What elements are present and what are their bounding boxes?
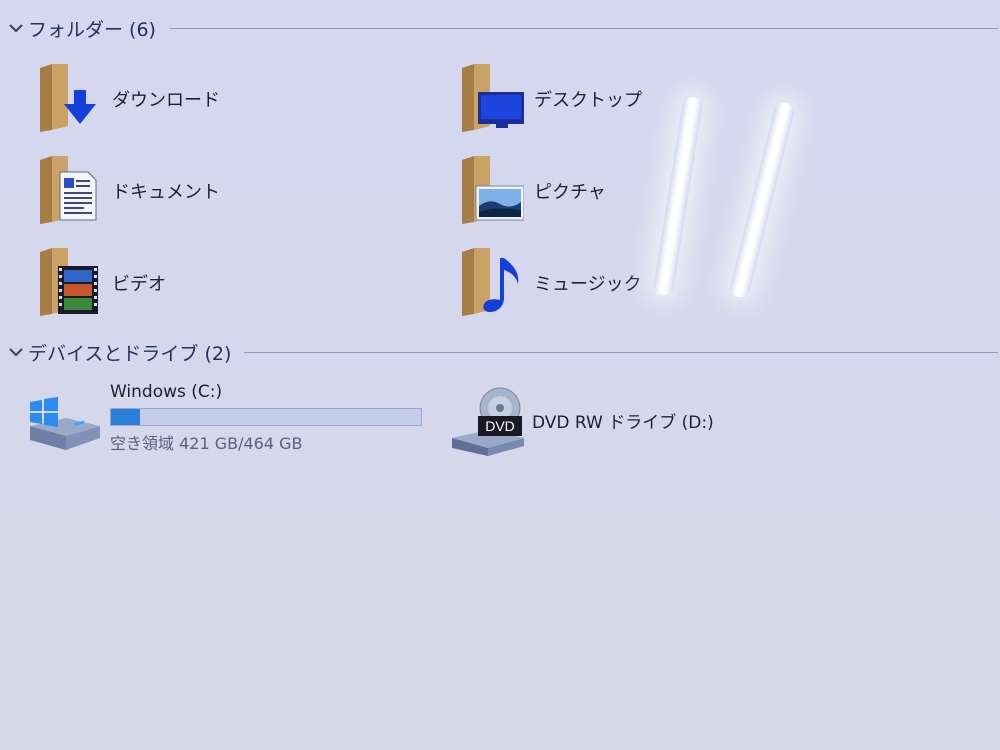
folder-item-videos[interactable]: ビデオ [38, 248, 338, 326]
folder-item-downloads[interactable]: ダウンロード [38, 64, 338, 142]
music-note-icon [483, 258, 519, 312]
drives-section-header[interactable]: デバイスとドライブ (2) [8, 339, 998, 365]
folder-icon [460, 156, 524, 226]
desktop-monitor-icon [478, 92, 524, 128]
section-divider [170, 28, 998, 29]
drive-name: Windows (C:) [110, 382, 223, 402]
folder-label: デスクトップ [534, 90, 642, 111]
drive-item-dvd-d[interactable]: DVD DVD RW ドライブ (D:) [448, 386, 714, 456]
folder-item-pictures[interactable]: ピクチャ [460, 156, 760, 234]
drive-usage-bar [110, 408, 422, 426]
dvd-badge: DVD [485, 418, 515, 434]
folders-section-header[interactable]: フォルダー (6) [8, 15, 998, 41]
drive-item-windows-c[interactable]: Windows (C:) 空き領域 421 GB/464 GB [26, 382, 422, 454]
drives-section-title: デバイスとドライブ (2) [28, 342, 232, 365]
folder-icon [38, 156, 102, 226]
chevron-down-icon[interactable] [8, 344, 24, 360]
folder-icon [38, 248, 102, 318]
windows-drive-icon [26, 382, 106, 452]
dvd-drive-icon: DVD [448, 386, 528, 456]
folder-item-documents[interactable]: ドキュメント [38, 156, 338, 234]
section-divider [244, 352, 998, 353]
folder-icon [460, 248, 524, 318]
chevron-down-icon[interactable] [8, 20, 24, 36]
folder-label: ピクチャ [534, 182, 606, 203]
download-arrow-icon [64, 90, 96, 124]
drive-name: DVD RW ドライブ (D:) [532, 413, 714, 433]
folder-item-music[interactable]: ミュージック [460, 248, 760, 326]
folder-icon [460, 64, 524, 134]
windows-logo-icon [30, 397, 58, 427]
picture-landscape-icon [475, 185, 524, 221]
folders-section-title: フォルダー (6) [28, 18, 156, 41]
video-filmstrip-icon [58, 266, 98, 314]
folder-item-desktop[interactable]: デスクトップ [460, 64, 760, 142]
document-page-icon [59, 171, 97, 221]
folder-label: ミュージック [534, 274, 642, 295]
folder-label: ダウンロード [112, 90, 220, 111]
folder-label: ドキュメント [112, 182, 220, 203]
drive-usage-fill [111, 409, 140, 425]
folder-icon [38, 64, 102, 134]
folder-label: ビデオ [112, 274, 166, 295]
drive-free-space: 空き領域 421 GB/464 GB [110, 434, 303, 453]
